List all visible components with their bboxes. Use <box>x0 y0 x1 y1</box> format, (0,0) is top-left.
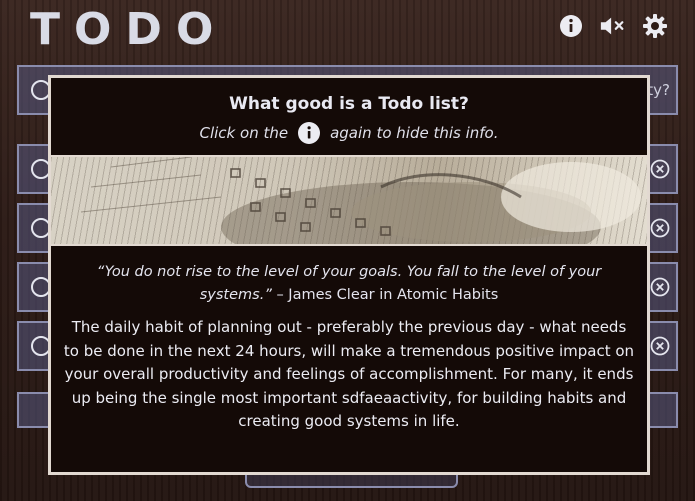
header-toolbar <box>557 12 669 40</box>
info-modal: What good is a Todo list? Click on the a… <box>48 75 650 475</box>
app-title: TODO <box>30 4 228 55</box>
info-icon <box>298 122 321 144</box>
quote-attribution: – James Clear in Atomic Habits <box>271 287 499 303</box>
handwriting-checklist-image <box>51 155 647 246</box>
row-partial-text: ty? <box>647 81 670 99</box>
info-icon[interactable] <box>557 12 585 40</box>
close-icon[interactable] <box>650 159 670 179</box>
settings-gear-icon[interactable] <box>641 12 669 40</box>
quote: “You do not rise to the level of your go… <box>75 261 623 307</box>
subtitle-after: again to hide this info. <box>330 124 499 142</box>
modal-body-text: The daily habit of planning out - prefer… <box>63 318 635 430</box>
mute-icon[interactable] <box>599 12 627 40</box>
close-icon[interactable] <box>650 277 670 297</box>
close-icon[interactable] <box>650 218 670 238</box>
close-icon[interactable] <box>650 336 670 356</box>
subtitle-before: Click on the <box>199 124 289 142</box>
modal-title: What good is a Todo list? <box>229 94 469 114</box>
modal-subtitle: Click on the again to hide this info. <box>51 122 647 144</box>
